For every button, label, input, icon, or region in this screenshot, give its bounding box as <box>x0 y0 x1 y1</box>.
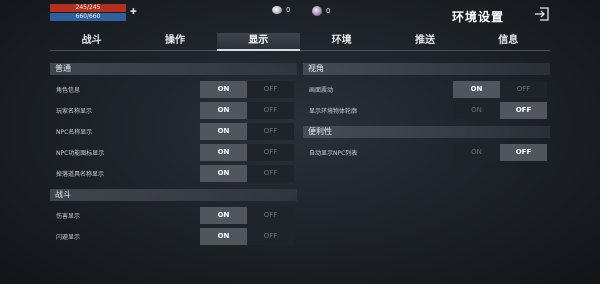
tab-controls[interactable]: 操作 <box>133 33 216 50</box>
setting-label: 自动显示NPC列表 <box>309 150 358 157</box>
on-option[interactable]: ON <box>200 165 247 182</box>
section-header-convenience: 便利性 <box>303 126 550 138</box>
setting-label: 画面震动 <box>309 87 334 94</box>
off-option[interactable]: OFF <box>247 123 294 140</box>
right-settings-column: 视角 画面震动 ON OFF 显示环境物体轮廓 ON OFF 便利性 自动显示N… <box>303 63 550 164</box>
section-header-combat: 战斗 <box>50 189 297 201</box>
gem-counter: 0 <box>312 6 330 16</box>
gem-icon <box>312 6 322 16</box>
off-option[interactable]: OFF <box>500 144 547 161</box>
auto-npc-list-toggle: ON OFF <box>453 144 547 161</box>
setting-label: 玩家名称显示 <box>56 108 93 115</box>
tab-push[interactable]: 推送 <box>383 33 466 50</box>
tab-environment[interactable]: 环境 <box>300 33 383 50</box>
tab-combat[interactable]: 战斗 <box>50 33 133 50</box>
dropped-item-name-toggle: ON OFF <box>200 165 294 182</box>
object-outline-toggle: ON OFF <box>453 102 547 119</box>
dodge-display-toggle: ON OFF <box>200 228 294 245</box>
coin-count: 0 <box>286 6 291 14</box>
tab-info[interactable]: 信息 <box>467 33 550 50</box>
section-header-general: 普通 <box>50 63 297 75</box>
npc-function-icon-toggle: ON OFF <box>200 144 294 161</box>
on-option[interactable]: ON <box>200 102 247 119</box>
off-option[interactable]: OFF <box>247 165 294 182</box>
setting-row-dropped-item-name: 掉落道具名称显示 ON OFF <box>50 164 297 183</box>
setting-label: 显示环境物体轮廓 <box>309 108 358 115</box>
buff-icon: ✚ <box>130 7 137 16</box>
setting-row-object-outline: 显示环境物体轮廓 ON OFF <box>303 101 550 120</box>
off-option[interactable]: OFF <box>500 102 547 119</box>
on-option[interactable]: ON <box>200 123 247 140</box>
setting-row-damage-display: 伤害显示 ON OFF <box>50 206 297 225</box>
damage-display-toggle: ON OFF <box>200 207 294 224</box>
setting-row-npc-function-icon: NPC功能图标显示 ON OFF <box>50 143 297 162</box>
on-option[interactable]: ON <box>200 81 247 98</box>
tab-display[interactable]: 显示 <box>216 33 301 51</box>
off-option[interactable]: OFF <box>247 144 294 161</box>
off-option[interactable]: OFF <box>247 81 294 98</box>
player-status-bars: 245/245 660/660 <box>50 4 126 22</box>
on-option[interactable]: ON <box>453 102 500 119</box>
on-option[interactable]: ON <box>200 207 247 224</box>
coin-counter: 0 <box>272 6 290 14</box>
setting-label: 角色信息 <box>56 87 81 94</box>
gem-count: 0 <box>326 7 331 15</box>
setting-label: NPC功能图标显示 <box>56 150 105 157</box>
off-option[interactable]: OFF <box>247 102 294 119</box>
mp-text: 660/660 <box>75 13 101 20</box>
off-option[interactable]: OFF <box>500 81 547 98</box>
section-header-view: 视角 <box>303 63 550 75</box>
on-option[interactable]: ON <box>453 144 500 161</box>
setting-row-screen-shake: 画面震动 ON OFF <box>303 80 550 99</box>
character-info-toggle: ON OFF <box>200 81 294 98</box>
page-title: 环境设置 <box>452 10 505 24</box>
setting-label: 掉落道具名称显示 <box>56 171 105 178</box>
setting-label: 闪避显示 <box>56 234 81 241</box>
setting-row-npc-name: NPC名称显示 ON OFF <box>50 122 297 141</box>
on-option[interactable]: ON <box>453 81 500 98</box>
left-settings-column: 普通 角色信息 ON OFF 玩家名称显示 ON OFF NPC名称显示 ON … <box>50 63 297 248</box>
on-option[interactable]: ON <box>200 144 247 161</box>
setting-row-player-name: 玩家名称显示 ON OFF <box>50 101 297 120</box>
setting-label: 伤害显示 <box>56 213 81 220</box>
exit-icon[interactable] <box>534 6 550 21</box>
hp-bar: 245/245 <box>50 4 126 12</box>
settings-tabs: 战斗 操作 显示 环境 推送 信息 <box>50 33 550 51</box>
coin-icon <box>272 6 282 14</box>
npc-name-toggle: ON OFF <box>200 123 294 140</box>
mp-bar: 660/660 <box>50 13 126 21</box>
player-name-toggle: ON OFF <box>200 102 294 119</box>
off-option[interactable]: OFF <box>247 207 294 224</box>
setting-row-character-info: 角色信息 ON OFF <box>50 80 297 99</box>
screen-shake-toggle: ON OFF <box>453 81 547 98</box>
setting-row-dodge-display: 闪避显示 ON OFF <box>50 227 297 246</box>
off-option[interactable]: OFF <box>247 228 294 245</box>
setting-row-auto-npc-list: 自动显示NPC列表 ON OFF <box>303 143 550 162</box>
setting-label: NPC名称显示 <box>56 129 93 136</box>
on-option[interactable]: ON <box>200 228 247 245</box>
